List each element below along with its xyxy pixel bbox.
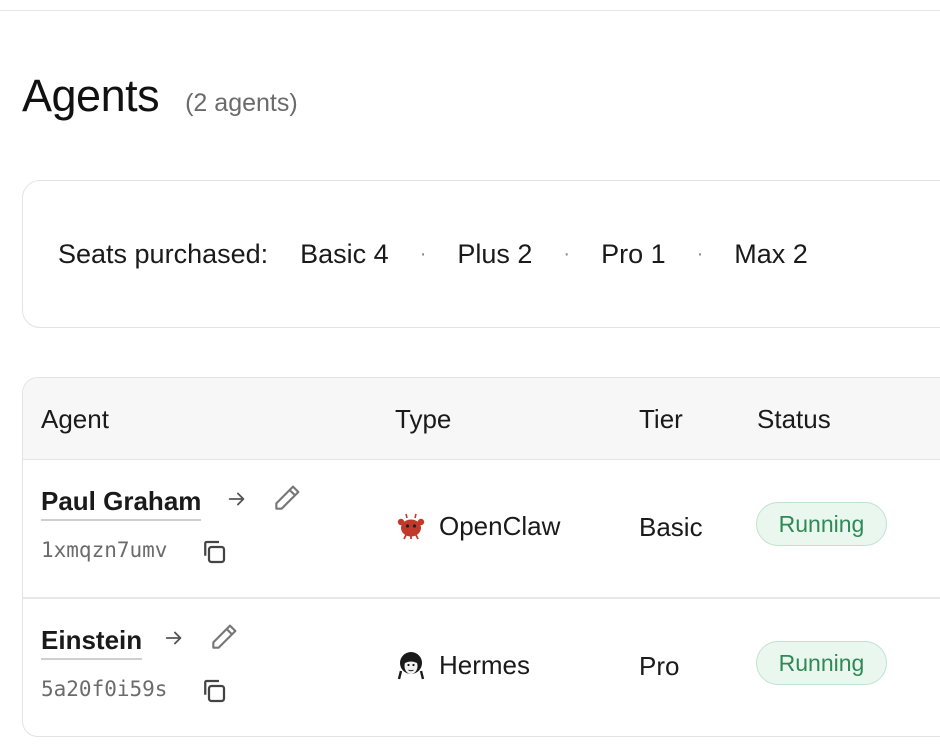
copy-icon[interactable] bbox=[199, 537, 229, 567]
page-header: Agents (2 agents) bbox=[22, 70, 298, 122]
agent-id: 5a20f0i59s bbox=[41, 677, 168, 701]
type-cell: OpenClaw bbox=[395, 510, 560, 542]
table-row: Einstein 5a20f0i59s Hermes Pro Running bbox=[23, 598, 940, 736]
header-tier: Tier bbox=[639, 404, 683, 434]
table-row: Paul Graham 1xmqzn7umv OpenClaw Basic Ru… bbox=[23, 460, 940, 598]
header-status: Status bbox=[757, 404, 831, 434]
type-cell: Hermes bbox=[395, 649, 530, 681]
seat-max: Max 2 bbox=[734, 238, 808, 269]
seat-basic: Basic 4 bbox=[300, 238, 389, 269]
agents-table: Agent Type Tier Status Paul Graham 1xmqz… bbox=[22, 377, 940, 737]
seats-label: Seats purchased: bbox=[58, 238, 269, 269]
seat-pro: Pro 1 bbox=[601, 238, 666, 269]
agent-name-link[interactable]: Paul Graham bbox=[41, 486, 202, 521]
seat-separator: · bbox=[419, 242, 427, 265]
status-badge: Running bbox=[756, 502, 887, 546]
copy-icon[interactable] bbox=[199, 676, 229, 706]
agent-name-link[interactable]: Einstein bbox=[41, 625, 143, 660]
seats-card: Seats purchased: Basic 4 · Plus 2 · Pro … bbox=[22, 180, 940, 328]
header-type: Type bbox=[395, 404, 452, 434]
agent-id: 1xmqzn7umv bbox=[41, 538, 168, 562]
seat-separator: · bbox=[696, 242, 704, 265]
table-header: Agent Type Tier Status bbox=[23, 378, 940, 460]
hermes-icon bbox=[395, 649, 427, 681]
tier-label: Basic bbox=[639, 512, 703, 542]
tier-label: Pro bbox=[639, 651, 680, 681]
pencil-icon[interactable] bbox=[208, 621, 240, 653]
header-agent: Agent bbox=[41, 404, 109, 434]
status-badge: Running bbox=[756, 641, 887, 685]
type-label: OpenClaw bbox=[439, 510, 561, 541]
seat-separator: · bbox=[563, 242, 571, 265]
pencil-icon[interactable] bbox=[271, 482, 303, 514]
arrow-right-icon[interactable] bbox=[226, 488, 248, 510]
openclaw-icon bbox=[395, 510, 427, 542]
arrow-right-icon[interactable] bbox=[163, 627, 185, 649]
type-label: Hermes bbox=[439, 649, 531, 680]
top-divider bbox=[0, 10, 940, 11]
page-title: Agents bbox=[22, 70, 160, 121]
seat-plus: Plus 2 bbox=[457, 238, 533, 269]
agent-count: (2 agents) bbox=[185, 89, 298, 117]
